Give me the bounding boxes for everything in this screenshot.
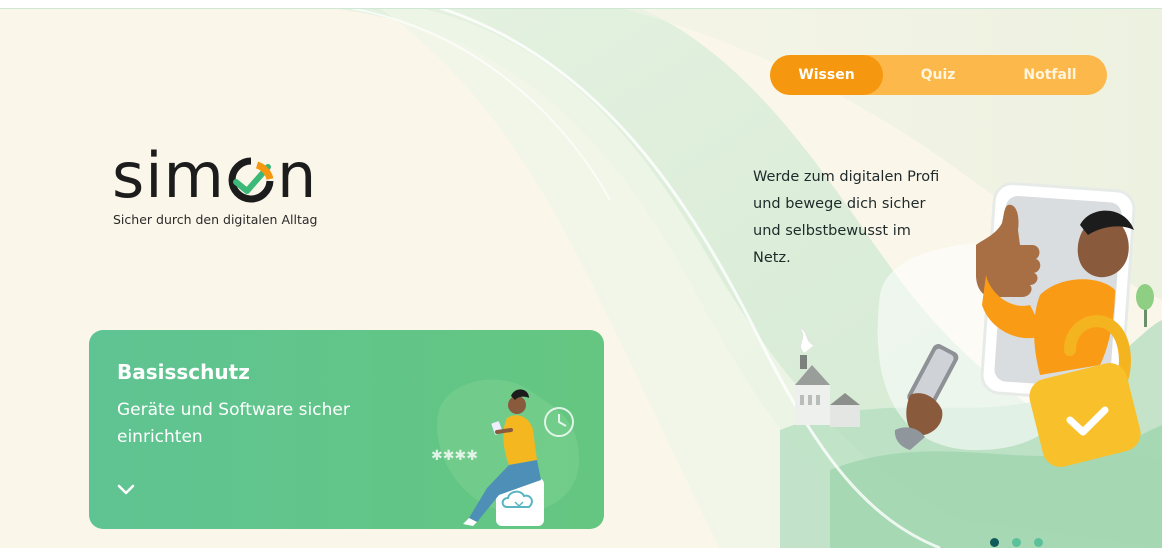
- logo-wordmark: sim n: [112, 135, 317, 207]
- logo-text-right: n: [276, 139, 318, 212]
- tree-icon: [1136, 284, 1154, 327]
- logo-checkmark-icon: [227, 157, 275, 203]
- logo-text-left: sim: [112, 139, 225, 212]
- carousel-dot-2[interactable]: [1012, 538, 1021, 547]
- carousel-dot-3[interactable]: [1034, 538, 1043, 547]
- tab-wissen[interactable]: Wissen: [770, 55, 883, 95]
- password-stars-icon: ✱✱✱✱: [431, 448, 478, 464]
- svg-text:✱✱✱✱: ✱✱✱✱: [431, 448, 478, 464]
- basisschutz-card[interactable]: Basisschutz Geräte und Software sicher e…: [89, 330, 604, 529]
- main-nav: Wissen Quiz Notfall: [770, 55, 1107, 95]
- page: Wissen Quiz Notfall sim n Sicher durch d…: [0, 0, 1162, 548]
- house-icon: [795, 326, 860, 427]
- card-subtitle-line: Geräte und Software sicher: [117, 400, 350, 420]
- logo-tagline: Sicher durch den digitalen Alltag: [113, 212, 318, 227]
- top-bar: [0, 0, 1162, 9]
- card-title: Basisschutz: [117, 360, 250, 384]
- card-subtitle: Geräte und Software sicher einrichten: [117, 397, 417, 451]
- card-illustration: ✱✱✱✱: [431, 379, 579, 526]
- carousel-dot-1[interactable]: [990, 538, 999, 547]
- carousel-dots: [990, 538, 1043, 547]
- tab-notfall[interactable]: Notfall: [993, 55, 1107, 95]
- hero-illustration: [795, 182, 1154, 467]
- card-subtitle-line: einrichten: [117, 427, 203, 447]
- tab-quiz[interactable]: Quiz: [883, 55, 993, 95]
- chevron-down-icon[interactable]: [115, 478, 137, 500]
